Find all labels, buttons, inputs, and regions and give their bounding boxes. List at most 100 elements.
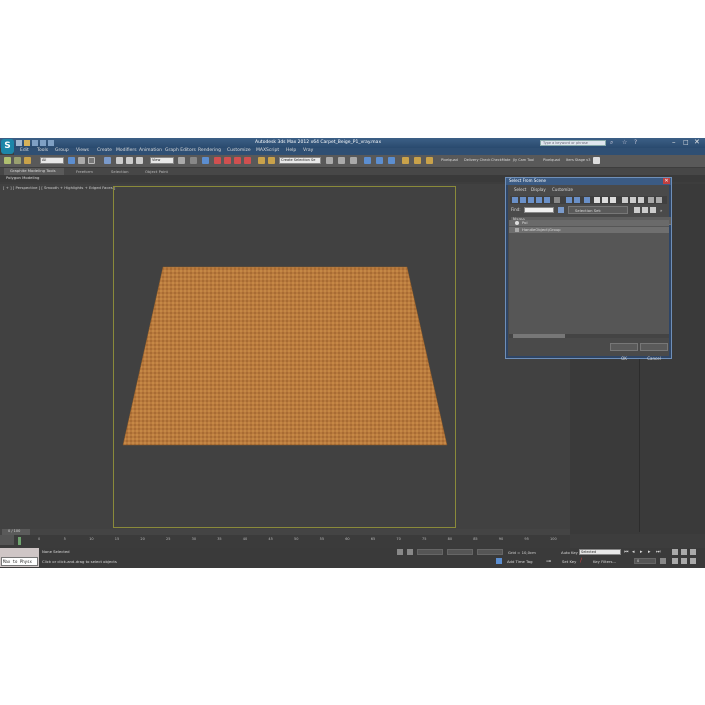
display-all-icon[interactable] xyxy=(594,197,600,203)
setkey-label[interactable]: Set Key xyxy=(562,560,576,564)
dialog-menu-customize[interactable]: Customize xyxy=(552,188,573,192)
maxscript-input[interactable]: Max to Physx xyxy=(1,557,38,566)
display-helpers-icon[interactable] xyxy=(544,197,550,203)
dialog-toolbar xyxy=(510,196,667,204)
set-edit-icon[interactable] xyxy=(650,207,656,213)
object-list[interactable]: Pol HandleObject\Group xyxy=(509,220,669,338)
lock-selection-icon[interactable] xyxy=(397,549,403,555)
time-tag-icon[interactable] xyxy=(496,558,502,564)
key-filters-button[interactable]: Key Filters... xyxy=(593,560,616,564)
timeline-tick-label: 60 xyxy=(345,537,350,541)
list-item-label: HandleObject\Group xyxy=(522,227,561,232)
display-geometry-icon[interactable] xyxy=(512,197,518,203)
pan-icon[interactable] xyxy=(681,558,687,564)
cancel-label: Cancel xyxy=(647,356,661,361)
goto-start-icon[interactable]: ⏮ xyxy=(624,549,630,555)
previous-frame-icon[interactable]: ◂ xyxy=(632,549,638,555)
cancel-button[interactable]: Cancel xyxy=(640,343,668,361)
horizontal-scrollbar[interactable] xyxy=(509,334,669,338)
display-none-icon[interactable] xyxy=(602,197,608,203)
scrollbar-thumb[interactable] xyxy=(513,334,565,338)
add-time-tag[interactable]: Add Time Tag xyxy=(507,560,532,564)
find-input[interactable] xyxy=(524,207,554,213)
selection-set-label: Selection Set: xyxy=(575,208,602,213)
grid-size: Grid = 10,0cm xyxy=(508,550,536,555)
list-item[interactable]: HandleObject\Group xyxy=(509,227,669,233)
ok-button[interactable]: OK xyxy=(610,343,638,361)
display-lights-icon[interactable] xyxy=(528,197,534,203)
key-mode-dropdown[interactable]: Selected xyxy=(579,549,621,555)
timeline-tick-label: 90 xyxy=(498,537,504,541)
timeline-tick-label: 45 xyxy=(268,537,273,541)
selection-set-dropdown[interactable]: Selection Set: xyxy=(568,206,628,214)
timeline-tick-label: 40 xyxy=(242,537,248,541)
current-frame-value: 0 xyxy=(637,559,640,563)
timeline-tick-label: 20 xyxy=(140,537,145,541)
selection-status: None Selected xyxy=(42,549,70,554)
dialog-menu-display[interactable]: Display xyxy=(531,188,546,192)
display-invert-icon[interactable] xyxy=(610,197,616,203)
zoom-icon[interactable] xyxy=(672,549,678,555)
time-config-icon[interactable] xyxy=(660,558,666,564)
set-remove-icon[interactable] xyxy=(642,207,648,213)
time-marker xyxy=(18,537,21,545)
next-frame-icon[interactable]: ▸ xyxy=(648,549,654,555)
list-item-label: Pol xyxy=(522,220,528,225)
set-key-icon[interactable]: ∕ xyxy=(580,558,586,564)
display-spacewarps-icon[interactable] xyxy=(554,197,560,203)
z-coordinate-field[interactable] xyxy=(477,549,503,555)
zoom-extents-icon[interactable] xyxy=(690,549,696,555)
object-icon xyxy=(515,221,519,225)
set-add-icon[interactable] xyxy=(634,207,640,213)
timeline-tick-label: 100 xyxy=(550,537,557,541)
transform-mode-icon[interactable] xyxy=(407,549,413,555)
3dsmax-window: Autodesk 3ds Max 2012 x64 Carpet_Beige_P… xyxy=(0,138,705,568)
filter-options-icon[interactable] xyxy=(656,197,662,203)
frame-counter: 0 / 100 xyxy=(8,529,21,533)
timeline-tick-label: 5 xyxy=(63,537,66,541)
prompt-line: Click or click-and-drag to select object… xyxy=(42,559,117,564)
select-all-icon[interactable] xyxy=(622,197,628,203)
timeline-tick-label: 30 xyxy=(191,537,197,541)
dialog-close-icon[interactable]: ✕ xyxy=(663,178,670,184)
maxscript-text: Max to Physx xyxy=(3,559,32,564)
find-label: Find: xyxy=(511,207,521,212)
group-icon xyxy=(515,228,519,232)
key-icon[interactable]: ⊸ xyxy=(546,558,556,565)
display-groups-icon[interactable] xyxy=(566,197,572,203)
orbit-icon[interactable] xyxy=(690,558,696,564)
current-frame-field[interactable]: 0 xyxy=(634,558,656,564)
select-none-icon[interactable] xyxy=(630,197,636,203)
dialog-menu-select[interactable]: Select xyxy=(514,188,526,192)
list-item[interactable]: Pol xyxy=(509,220,669,226)
display-shapes-icon[interactable] xyxy=(520,197,526,203)
x-coordinate-field[interactable] xyxy=(417,549,443,555)
timeline-ticks: 0 5 10 15 20 25 30 35 40 45 50 55 60 65 70 75 80 85 90 95 10… xyxy=(38,537,557,543)
display-cameras-icon[interactable] xyxy=(536,197,542,203)
timeline-tick-label: 95 xyxy=(524,537,529,541)
field-of-view-icon[interactable] xyxy=(672,558,678,564)
timeline-tick-label: 50 xyxy=(294,537,299,541)
zoom-all-icon[interactable] xyxy=(681,549,687,555)
find-case-icon[interactable] xyxy=(558,207,564,213)
goto-end-icon[interactable]: ⏭ xyxy=(656,549,662,555)
carpet-mesh[interactable] xyxy=(122,266,448,446)
mini-curve-editor-icon[interactable] xyxy=(0,535,14,545)
select-from-scene-dialog: Select From Scene ✕ Select Display Custo… xyxy=(505,177,672,361)
timeline-tick-label: 75 xyxy=(422,537,427,541)
autokey-label[interactable]: Auto Key xyxy=(561,551,578,555)
y-coordinate-field[interactable] xyxy=(447,549,473,555)
timeline-tick-label: 10 xyxy=(89,537,94,541)
timeline-tick-label: 65 xyxy=(370,537,376,541)
dialog-title-bar[interactable]: Select From Scene ✕ xyxy=(506,178,671,185)
display-xrefs-icon[interactable] xyxy=(574,197,580,203)
select-invert-icon[interactable] xyxy=(638,197,644,203)
filter-icon[interactable] xyxy=(648,197,654,203)
timeline-tick-label: 70 xyxy=(396,537,401,541)
play-icon[interactable]: ▸ xyxy=(640,549,646,555)
timeline-tick-label: 35 xyxy=(217,537,222,541)
chevron-right-icon[interactable]: » xyxy=(660,208,666,213)
display-bones-icon[interactable] xyxy=(584,197,590,203)
timeline-tick-label: 15 xyxy=(114,537,120,541)
dialog-title: Select From Scene xyxy=(509,178,546,183)
